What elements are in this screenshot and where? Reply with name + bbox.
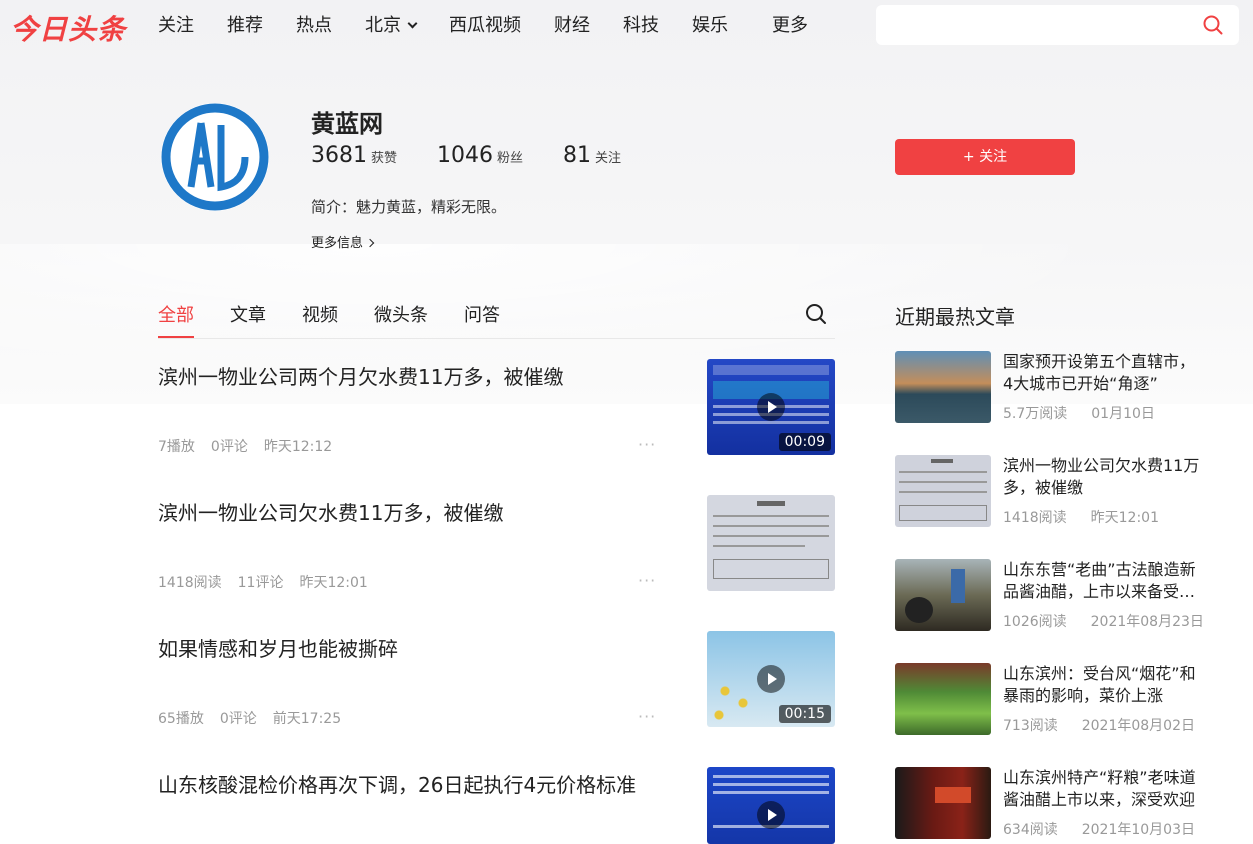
tab-all[interactable]: 全部: [158, 301, 194, 338]
more-info-link[interactable]: 更多信息: [311, 232, 375, 251]
hot-article-thumbnail[interactable]: [895, 767, 991, 839]
stat-fans[interactable]: 1046 粉丝: [437, 143, 523, 168]
hot-article-meta: 1418阅读 昨天12:01: [1003, 510, 1159, 526]
feed-title[interactable]: 滨州一物业公司两个月欠水费11万多，被催缴: [158, 361, 563, 390]
profile-stats: 3681 获赞 1046 粉丝 81 关注: [311, 143, 661, 168]
more-options-icon[interactable]: ···: [638, 707, 656, 726]
chevron-right-icon: [365, 238, 375, 248]
chevron-down-icon: [407, 18, 418, 29]
hot-article[interactable]: 滨州一物业公司欠水费11万多，被催缴 1418阅读 昨天12:01: [895, 455, 1205, 527]
hot-article-thumbnail[interactable]: [895, 455, 991, 527]
tab-articles[interactable]: 文章: [230, 301, 266, 338]
hot-article-thumbnail[interactable]: [895, 351, 991, 423]
hot-article-meta: 713阅读 2021年08月02日: [1003, 718, 1195, 734]
hot-article-title[interactable]: 国家预开设第五个直辖市，4大城市已开始“角逐”: [1003, 351, 1201, 395]
hot-article[interactable]: 山东滨州：受台风“烟花”和暴雨的影响，菜价上涨 713阅读 2021年08月02日: [895, 663, 1205, 735]
hot-article-thumbnail[interactable]: [895, 663, 991, 735]
tab-videos[interactable]: 视频: [302, 301, 338, 338]
feed-meta: 7播放 0评论 昨天12:12: [158, 439, 333, 455]
hot-article-title[interactable]: 山东滨州特产“籽粮”老味道酱油醋上市以来，深受欢迎: [1003, 767, 1201, 811]
feed-meta: 65播放 0评论 前天17:25: [158, 711, 342, 727]
stat-likes: 3681 获赞: [311, 143, 398, 168]
tab-micro[interactable]: 微头条: [374, 301, 428, 338]
video-duration: 00:09: [778, 433, 831, 451]
play-icon: [757, 393, 785, 421]
feed-item[interactable]: 滨州一物业公司欠水费11万多，被催缴 1418阅读 11评论 昨天12:01 ···: [158, 495, 835, 591]
more-options-icon[interactable]: ···: [638, 435, 656, 454]
tabs-divider: [158, 338, 835, 339]
avatar[interactable]: [161, 103, 269, 211]
hot-article-meta: 634阅读 2021年10月03日: [1003, 822, 1195, 838]
hot-article-title[interactable]: 山东滨州：受台风“烟花”和暴雨的影响，菜价上涨: [1003, 663, 1201, 707]
profile-intro: 简介：魅力黄蓝，精彩无限。: [311, 198, 507, 216]
top-nav: 关注 推荐 热点 北京 西瓜视频 财经 科技 娱乐 更多: [158, 14, 841, 38]
profile-name: 黄蓝网: [311, 110, 383, 138]
site-logo[interactable]: 今日头条: [10, 8, 126, 48]
play-icon: [757, 801, 785, 829]
feed-meta: 1418阅读 11评论 昨天12:01: [158, 575, 368, 591]
search-input[interactable]: [876, 5, 1239, 45]
nav-item-follow[interactable]: 关注: [158, 14, 194, 38]
nav-item-ent[interactable]: 娱乐: [692, 14, 728, 38]
brand-logo-icon: [161, 103, 269, 211]
hot-article[interactable]: 国家预开设第五个直辖市，4大城市已开始“角逐” 5.7万阅读 01月10日: [895, 351, 1205, 423]
search-icon[interactable]: [805, 303, 827, 325]
feed-thumbnail[interactable]: 00:15: [707, 631, 835, 727]
hot-article-thumbnail[interactable]: [895, 559, 991, 631]
feed-item[interactable]: 如果情感和岁月也能被撕碎 65播放 0评论 前天17:25 ··· 00:15: [158, 631, 835, 727]
nav-item-city-label: 北京: [365, 15, 401, 36]
follow-button[interactable]: + 关注: [895, 139, 1075, 175]
more-options-icon[interactable]: ···: [638, 571, 656, 590]
hot-article[interactable]: 山东滨州特产“籽粮”老味道酱油醋上市以来，深受欢迎 634阅读 2021年10月0…: [895, 767, 1205, 839]
feed-title[interactable]: 山东核酸混检价格再次下调，26日起执行4元价格标准: [158, 769, 636, 798]
nav-item-recommend[interactable]: 推荐: [227, 14, 263, 38]
feed-thumbnail[interactable]: [707, 767, 835, 844]
feed-title[interactable]: 滨州一物业公司欠水费11万多，被催缴: [158, 497, 503, 526]
content-tabs: 全部 文章 视频 微头条 问答: [158, 301, 536, 338]
nav-item-xigua[interactable]: 西瓜视频: [449, 14, 521, 38]
nav-item-city[interactable]: 北京: [365, 14, 418, 38]
feed-item[interactable]: 滨州一物业公司两个月欠水费11万多，被催缴 7播放 0评论 昨天12:12 ··· …: [158, 359, 835, 455]
search-icon[interactable]: [1203, 15, 1223, 35]
play-icon: [757, 665, 785, 693]
feed-thumbnail[interactable]: [707, 495, 835, 591]
nav-item-hot[interactable]: 热点: [296, 14, 332, 38]
stat-following[interactable]: 81 关注: [563, 143, 621, 168]
nav-item-finance[interactable]: 财经: [554, 14, 590, 38]
hot-article-title[interactable]: 滨州一物业公司欠水费11万多，被催缴: [1003, 455, 1201, 499]
hot-article-meta: 1026阅读 2021年08月23日: [1003, 614, 1204, 630]
video-duration: 00:15: [778, 705, 831, 723]
hot-article-title[interactable]: 山东东营“老曲”古法酿造新品酱油醋，上市以来备受欢迎: [1003, 559, 1201, 603]
hot-article[interactable]: 山东东营“老曲”古法酿造新品酱油醋，上市以来备受欢迎 1026阅读2021年08…: [895, 559, 1205, 631]
nav-item-more[interactable]: 更多: [772, 14, 808, 38]
hot-article-meta: 5.7万阅读 01月10日: [1003, 406, 1155, 422]
sidebar-title: 近期最热文章: [895, 305, 1015, 329]
feed-item[interactable]: 山东核酸混检价格再次下调，26日起执行4元价格标准: [158, 767, 835, 844]
feed-thumbnail[interactable]: 00:09: [707, 359, 835, 455]
nav-item-tech[interactable]: 科技: [623, 14, 659, 38]
tab-qa[interactable]: 问答: [464, 301, 500, 338]
feed-title[interactable]: 如果情感和岁月也能被撕碎: [158, 633, 398, 662]
